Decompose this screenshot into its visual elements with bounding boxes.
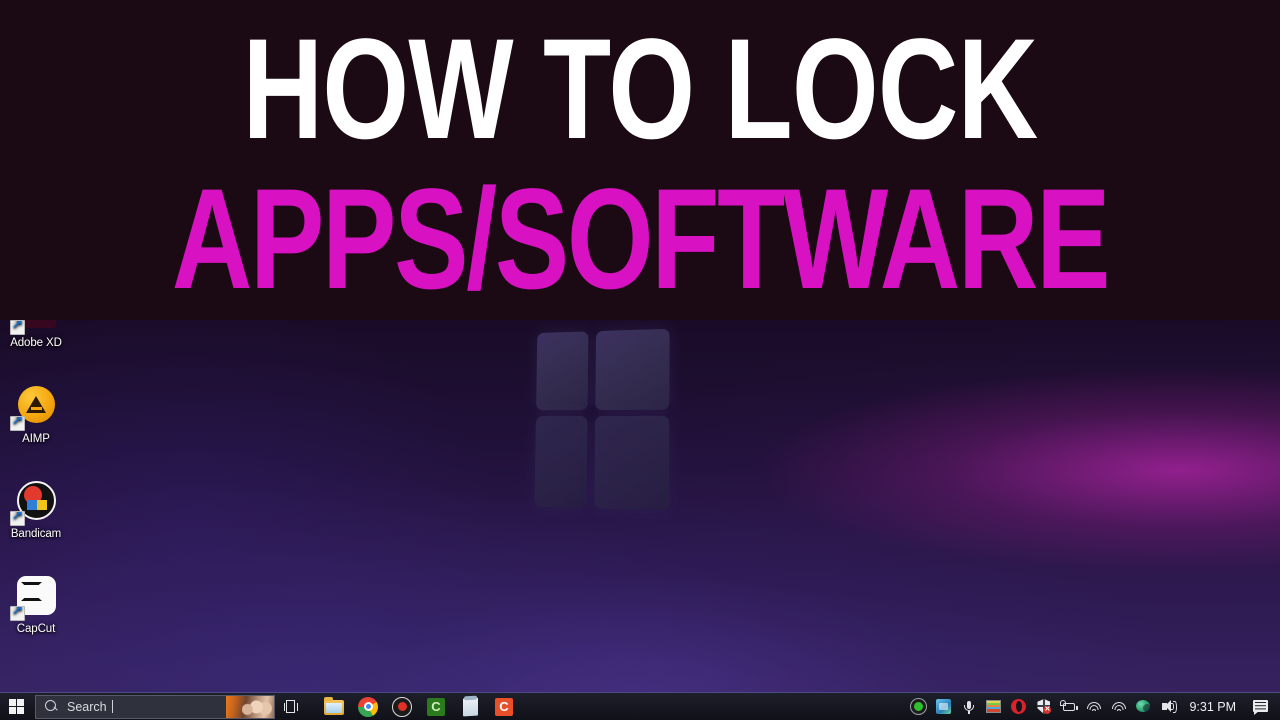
desktop-icon-label: CapCut [16,623,56,635]
tray-network[interactable] [1135,698,1152,715]
notifications-button[interactable] [1252,698,1270,716]
tray-screen-share[interactable] [935,698,952,715]
search-placeholder: Search [67,699,107,714]
alert-badge-icon: ✕ [1043,706,1052,714]
shortcut-arrow-icon [10,416,25,431]
search-thumbnail-image[interactable] [226,695,274,718]
microphone-base [968,710,970,714]
taskbar: Search C C ✕ 9:31 PM [0,692,1280,720]
desktop-icon-label: Bandicam [10,528,62,540]
screen-share-icon [936,699,952,714]
search-input[interactable]: Search [35,694,275,719]
title-line-1: HOW TO LOCK [242,10,1039,169]
desktop-icon-aimp[interactable]: AIMP [0,382,74,446]
start-button[interactable] [0,693,34,720]
taskbar-app-file-explorer[interactable] [323,696,345,718]
text-cursor-icon [111,700,113,713]
tray-recording-indicator[interactable] [910,698,928,715]
camtasia-icon: C [427,697,445,716]
battery-charging-icon [1063,703,1078,711]
taskbar-app-list: C C [323,696,515,718]
tray-microphone[interactable] [960,698,977,715]
file-explorer-icon [324,696,344,715]
desktop-icon-label: Adobe XD [10,337,62,349]
opera-icon [1011,699,1027,714]
chrome-icon [358,696,378,717]
windows-start-icon [8,698,26,715]
bandicam-icon [392,696,412,717]
title-overlay-band: HOW TO LOCK APPS/SOFTWARE [0,0,1280,320]
desktop-icon-label: AIMP [22,433,50,445]
taskbar-app-notepad[interactable] [459,696,481,718]
equalizer-icon [986,700,1002,713]
desktop-icon-capcut[interactable]: CapCut [0,572,74,636]
search-icon [45,700,58,713]
taskbar-app-camtasia[interactable]: C [425,696,447,718]
notepad-icon [463,697,478,716]
taskbar-app-capcut-editor[interactable]: C [493,696,515,718]
tray-battery[interactable] [1060,698,1078,715]
network-globe-icon [1136,700,1152,712]
taskbar-app-google-chrome[interactable] [357,696,379,718]
shortcut-arrow-icon [10,511,25,526]
notification-chat-tail [1254,710,1259,715]
task-view-icon [284,700,300,713]
clock[interactable]: 9:31 PM [1185,700,1244,714]
taskbar-app-bandicam[interactable] [391,696,413,718]
windows-11-logo-icon [534,328,673,517]
tray-windows-security[interactable]: ✕ [1035,698,1052,715]
aimp-icon [10,382,60,431]
wifi-icon [1111,701,1126,713]
desktop-icon-bandicam[interactable]: Bandicam [0,477,74,541]
tray-wifi-secondary[interactable] [1110,698,1127,715]
tray-equalizer[interactable] [985,698,1002,715]
capcut-icon [10,572,60,621]
tray-wifi[interactable] [1085,698,1102,715]
green-dot-icon [910,698,928,715]
wallpaper-glow [0,300,500,720]
c-orange-icon: C [495,697,513,716]
speaker-wave-outer [1173,700,1178,713]
wifi-icon [1086,701,1101,713]
title-line-2: APPS/SOFTWARE [171,160,1111,319]
shortcut-arrow-icon [10,606,25,621]
tray-volume[interactable] [1160,698,1178,715]
task-view-button[interactable] [275,693,309,720]
system-tray: ✕ 9:31 PM [910,698,1280,716]
tray-opera-browser[interactable] [1010,698,1027,715]
shortcut-arrow-icon [10,320,25,335]
bandicam-icon [10,477,60,526]
